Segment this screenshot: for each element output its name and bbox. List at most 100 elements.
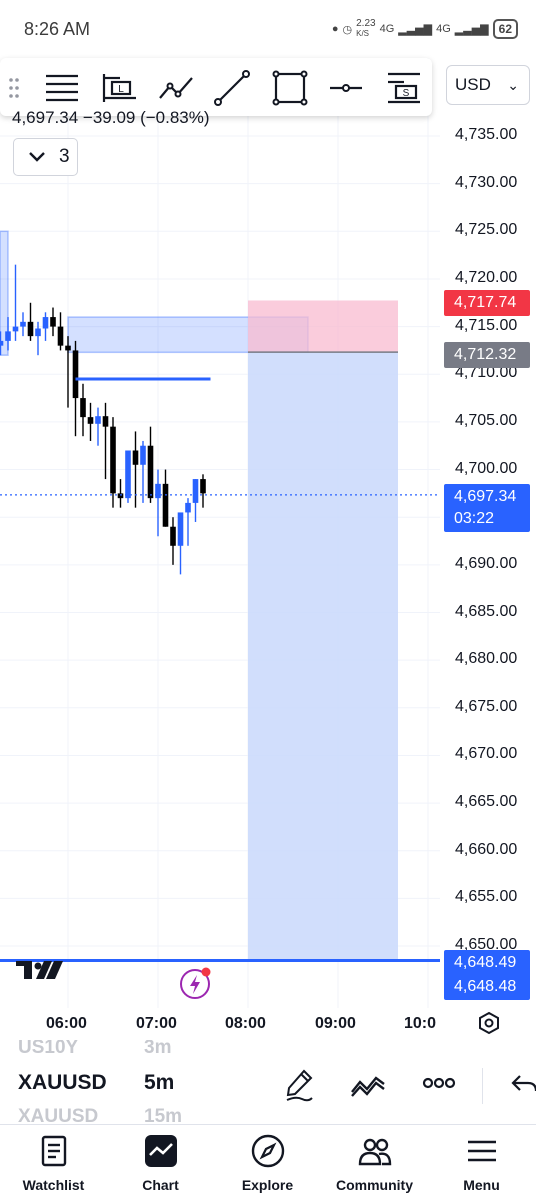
candle-body (132, 450, 139, 465)
position-stop-zone (248, 300, 398, 353)
time-label: 08:00 (225, 1015, 266, 1032)
lightning-icon[interactable] (179, 966, 213, 1000)
prev-symbol-ghost: US10Y (18, 1040, 79, 1058)
network-type-2: 4G (436, 23, 451, 35)
symbol-bar: US10Y 3m XAUUSD 5m XAUUSD 15m (0, 1040, 536, 1124)
nav-label: Chart (142, 1177, 179, 1193)
price-label: 4,720.00 (455, 268, 518, 286)
indicators-toggle-button[interactable]: 3 (13, 138, 78, 176)
target-price-value-2: 4,648.48 (454, 978, 517, 995)
currency-value: USD (455, 75, 491, 94)
signal-icon-2: ▂▃▅▇ (454, 23, 489, 36)
time-label: 06:00 (46, 1015, 87, 1032)
trend-line-icon[interactable] (212, 68, 252, 108)
stop-price-badge: 4,717.74 (444, 290, 530, 316)
price-label: 4,665.00 (455, 793, 518, 811)
status-time: 8:26 AM (24, 19, 91, 39)
candle-body (117, 493, 124, 499)
next-symbol-ghost: XAUUSD (18, 1106, 99, 1124)
tradingview-logo (16, 961, 63, 979)
nav-label: Community (336, 1177, 413, 1193)
path-tool-icon[interactable] (156, 68, 196, 108)
candle-body (177, 512, 184, 546)
rectangle-tool-icon[interactable] (270, 68, 310, 108)
candle-body (87, 417, 94, 424)
candle-body (185, 502, 191, 513)
candle-body (42, 317, 49, 329)
svg-text:S: S (403, 88, 410, 99)
drawing-tools-pen-icon[interactable] (284, 1068, 314, 1102)
status-icons: ● ◷ 2.23 K/S 4G ▂▃▅▇ 4G ▂▃▅▇ 62 (332, 14, 518, 44)
candle-body (20, 321, 26, 327)
next-interval-ghost: 15m (144, 1106, 183, 1124)
price-label: 4,675.00 (455, 697, 518, 715)
chart-settings-icon[interactable] (477, 1011, 501, 1035)
candle-body (155, 483, 161, 499)
candle-body (200, 479, 206, 494)
time-label: 09:00 (315, 1015, 356, 1032)
long-position-icon[interactable]: L (100, 68, 140, 108)
more-options-icon[interactable] (422, 1076, 456, 1090)
hamburger-menu-icon (468, 1140, 496, 1162)
price-label: 4,730.00 (455, 173, 518, 191)
bar-countdown: 03:22 (454, 510, 495, 527)
candle-body (65, 345, 71, 351)
chevron-down-icon (29, 152, 45, 162)
current-price-value: 4,697.34 (454, 488, 517, 505)
price-label: 4,660.00 (455, 840, 518, 858)
target-price-value-1: 4,648.49 (454, 954, 517, 971)
candle-body (170, 526, 176, 546)
candles (0, 264, 206, 575)
price-label: 4,715.00 (455, 316, 518, 334)
signal-icon: ▂▃▅▇ (398, 23, 433, 36)
candle-body (35, 328, 41, 337)
candle-body (140, 445, 146, 465)
current-price-badge: 4,697.34 03:22 (444, 484, 530, 532)
price-label: 4,735.00 (455, 126, 518, 143)
candle-body (50, 317, 56, 327)
candle-body (147, 445, 154, 499)
candle-body (80, 398, 86, 418)
candle-body (110, 426, 116, 494)
interval-selector[interactable]: 5m (144, 1071, 174, 1095)
nav-chart[interactable]: Chart (107, 1125, 214, 1201)
network-type-1: 4G (379, 23, 395, 35)
candle-body (95, 416, 101, 424)
candle-body (192, 479, 199, 503)
alarm-icon: ◷ (342, 23, 353, 36)
target-price-badge: 4,648.49 4,648.48 (444, 950, 530, 1000)
symbol-selector[interactable]: XAUUSD (18, 1071, 107, 1095)
short-position-icon[interactable]: S (384, 68, 424, 108)
nav-community[interactable]: Community (321, 1125, 428, 1201)
candle-body (102, 416, 109, 427)
price-label: 4,700.00 (455, 459, 518, 477)
candle-body (27, 321, 34, 337)
net-speed: 2.23 K/S (356, 18, 376, 39)
currency-select[interactable]: USD ⌄ (446, 65, 530, 105)
indicators-icon[interactable] (350, 1070, 386, 1100)
drag-handle-icon[interactable] (8, 76, 20, 100)
price-label: 4,655.00 (455, 888, 518, 906)
price-label: 4,685.00 (455, 602, 518, 620)
nav-watchlist[interactable]: Watchlist (0, 1125, 107, 1201)
horizontal-line-icon[interactable] (326, 68, 366, 108)
undo-icon[interactable] (508, 1073, 536, 1097)
price-label: 4,725.00 (455, 221, 518, 239)
symbol-change-legend: 4,697.34 −39.09 (−0.83%) (12, 108, 210, 127)
toolbar-divider (482, 1068, 483, 1104)
fib-retracement-icon[interactable] (42, 68, 82, 108)
candle-body (5, 331, 11, 341)
candle-body (125, 450, 131, 499)
price-label: 4,690.00 (455, 554, 518, 572)
indicators-count: 3 (59, 146, 70, 167)
bottom-navigation: Watchlist Chart Explore Community Menu (0, 1124, 536, 1201)
nav-label: Watchlist (22, 1177, 85, 1193)
time-label: 10:0 (404, 1015, 437, 1032)
nav-explore[interactable]: Explore (214, 1125, 321, 1201)
community-icon (358, 1138, 392, 1166)
nav-menu[interactable]: Menu (428, 1125, 535, 1201)
prev-interval-ghost: 3m (144, 1040, 172, 1058)
entry-price-badge: 4,712.32 (444, 342, 530, 368)
battery-indicator: 62 (492, 19, 518, 39)
candle-body (72, 350, 79, 399)
